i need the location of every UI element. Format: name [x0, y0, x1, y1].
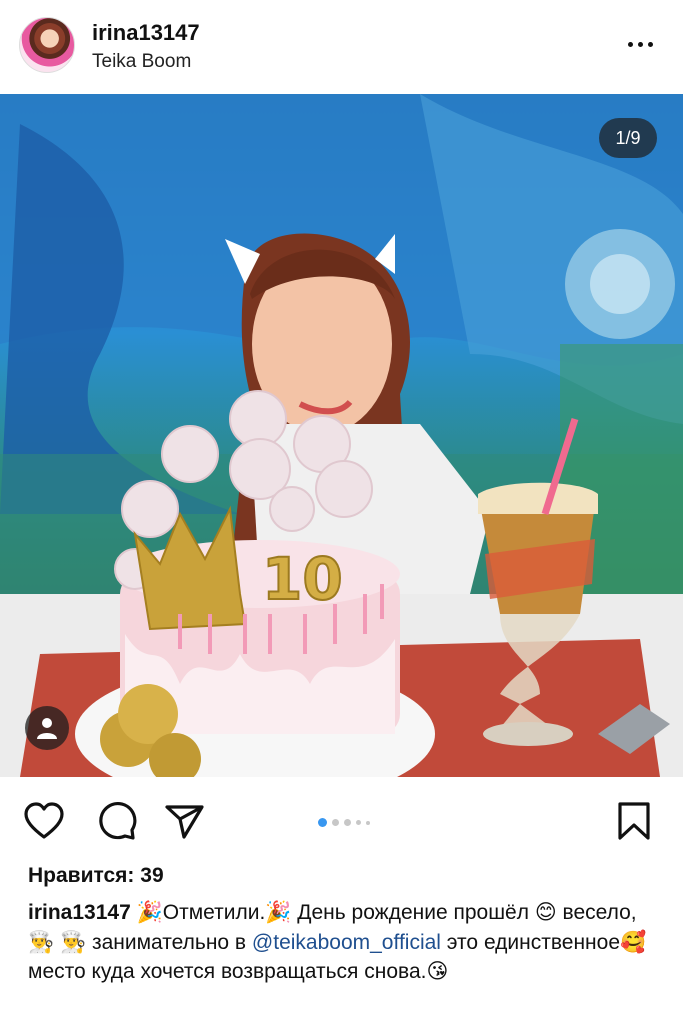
post-caption: irina13147 🎉Отметили.🎉 День рождение про… [28, 898, 668, 987]
svg-text:10: 10 [262, 545, 343, 613]
carousel-dot [332, 819, 339, 826]
user-tag-icon[interactable] [25, 706, 69, 750]
carousel-indicator [318, 818, 370, 827]
post-header: irina13147 Teika Boom [0, 0, 683, 94]
photo-illustration: 10 [0, 94, 683, 777]
post-photo[interactable]: 10 1/9 [0, 94, 683, 777]
carousel-dot [366, 820, 370, 825]
caption-mention[interactable]: @teikaboom_official [252, 931, 441, 954]
comment-icon[interactable] [95, 799, 139, 843]
avatar[interactable] [19, 17, 75, 73]
carousel-dot-active [318, 818, 327, 827]
bookmark-icon[interactable] [612, 799, 656, 843]
send-icon[interactable] [162, 799, 206, 843]
caption-username[interactable]: irina13147 [28, 901, 131, 924]
post-location[interactable]: Teika Boom [92, 51, 191, 73]
action-bar [0, 777, 683, 857]
carousel-dot [356, 820, 361, 825]
post-username[interactable]: irina13147 [92, 20, 200, 46]
more-options-icon[interactable] [628, 34, 660, 54]
heart-icon[interactable] [22, 799, 66, 843]
carousel-dot [344, 819, 351, 826]
likes-count[interactable]: Нравится: 39 [28, 864, 164, 888]
photo-counter: 1/9 [599, 118, 657, 158]
